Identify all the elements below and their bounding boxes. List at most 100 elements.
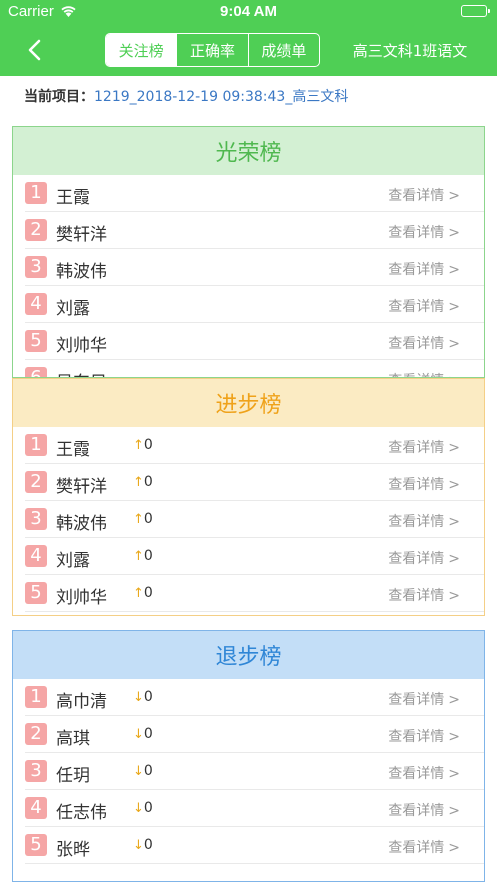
list-item[interactable]: 4 刘露 ↑0 查看详情 > — [25, 538, 484, 575]
rank-badge: 4 — [25, 293, 47, 315]
chevron-right-icon: > — [448, 840, 460, 856]
arrow-down-icon: ↓ — [133, 801, 144, 816]
rank-badge: 3 — [25, 508, 47, 530]
rank-badge: 5 — [25, 834, 47, 856]
chevron-right-icon: > — [448, 551, 460, 567]
rank-badge: 1 — [25, 434, 47, 456]
student-name: 刘帅华 — [56, 588, 107, 608]
regress-board: 退步榜 1 高巾清 ↓0 查看详情 > 2 高琪 ↓0 查看详情 > 3 任玥 ↓0… — [12, 630, 485, 882]
arrow-up-icon: ↑ — [133, 549, 144, 564]
list-item[interactable]: 1 王霞 ↑0 查看详情 > — [25, 427, 484, 464]
view-detail-link[interactable]: 查看详情> — [388, 437, 460, 457]
segment-accuracy[interactable]: 正确率 — [176, 34, 247, 66]
rank-badge: 2 — [25, 219, 47, 241]
chevron-right-icon: > — [448, 299, 460, 315]
list-item[interactable]: 1 王霞 查看详情 > — [25, 175, 484, 212]
rank-change: ↑0 — [133, 474, 153, 490]
arrow-up-icon: ↑ — [133, 438, 144, 453]
rank-change: ↓0 — [133, 689, 153, 705]
board-segmented-control: 关注榜 正确率 成绩单 — [105, 33, 320, 67]
list-item[interactable]: 6 吴东目 查看详情> — [25, 360, 484, 377]
rank-badge: 4 — [25, 545, 47, 567]
segment-follow[interactable]: 关注榜 — [106, 34, 177, 66]
chevron-right-icon: > — [448, 225, 460, 241]
nav-header: Carrier 9:04 AM 关注榜 正确率 成绩单 高三文科1班语文 — [0, 0, 497, 76]
view-detail-link[interactable]: 查看详情> — [388, 259, 460, 279]
list-item[interactable]: 3 任玥 ↓0 查看详情 > — [25, 753, 484, 790]
rank-change: ↓0 — [133, 800, 153, 816]
view-detail-link[interactable]: 查看详情> — [388, 800, 460, 820]
honor-board-title: 光荣榜 — [13, 127, 484, 175]
list-item[interactable]: 5 刘帅华 ↑0 查看详情 > — [25, 575, 484, 612]
arrow-down-icon: ↓ — [133, 764, 144, 779]
student-name: 张晔 — [56, 840, 90, 860]
view-detail-link[interactable]: 查看详情> — [388, 837, 460, 857]
list-item[interactable]: 3 韩波伟 查看详情 > — [25, 249, 484, 286]
chevron-right-icon: > — [448, 440, 460, 456]
view-detail-link[interactable]: 查看详情> — [388, 333, 460, 353]
arrow-down-icon: ↓ — [133, 690, 144, 705]
honor-board: 光荣榜 1 王霞 查看详情 > 2 樊轩洋 查看详情 > 3 韩波伟 查看详情 > 4… — [12, 126, 485, 378]
status-time: 9:04 AM — [220, 3, 277, 20]
chevron-right-icon: > — [448, 588, 460, 604]
progress-board-title: 进步榜 — [13, 379, 484, 427]
chevron-right-icon: > — [448, 803, 460, 819]
student-name: 王霞 — [56, 440, 90, 460]
battery-icon — [461, 5, 490, 17]
student-name: 高琪 — [56, 729, 90, 749]
view-detail-link[interactable]: 查看详情> — [388, 585, 460, 605]
arrow-down-icon: ↓ — [133, 727, 144, 742]
list-item[interactable]: 5 张晔 ↓0 查看详情 > — [25, 827, 484, 864]
list-item[interactable]: 3 韩波伟 ↑0 查看详情 > — [25, 501, 484, 538]
rank-badge: 2 — [25, 723, 47, 745]
chevron-right-icon: > — [448, 766, 460, 782]
chevron-right-icon: > — [448, 188, 460, 204]
rank-badge: 2 — [25, 471, 47, 493]
regress-board-title: 退步榜 — [13, 631, 484, 679]
list-item[interactable]: 2 高琪 ↓0 查看详情 > — [25, 716, 484, 753]
chevron-right-icon: > — [448, 477, 460, 493]
student-name: 任志伟 — [56, 803, 107, 823]
segment-report[interactable]: 成绩单 — [247, 34, 319, 66]
view-detail-link[interactable]: 查看详情> — [388, 726, 460, 746]
view-detail-link[interactable]: 查看详情> — [388, 296, 460, 316]
student-name: 高巾清 — [56, 692, 107, 712]
chevron-right-icon: > — [448, 514, 460, 530]
view-detail-link[interactable]: 查看详情> — [388, 370, 460, 377]
view-detail-link[interactable]: 查看详情> — [388, 185, 460, 205]
rank-badge: 1 — [25, 182, 47, 204]
list-item[interactable]: 2 樊轩洋 查看详情 > — [25, 212, 484, 249]
rank-badge: 6 — [25, 367, 47, 377]
view-detail-link[interactable]: 查看详情> — [388, 222, 460, 242]
list-item[interactable]: 2 樊轩洋 ↑0 查看详情 > — [25, 464, 484, 501]
rank-change: ↑0 — [133, 548, 153, 564]
student-name: 王霞 — [56, 188, 90, 208]
list-item[interactable]: 4 任志伟 ↓0 查看详情 > — [25, 790, 484, 827]
view-detail-link[interactable]: 查看详情> — [388, 511, 460, 531]
student-name: 韩波伟 — [56, 514, 107, 534]
rank-badge: 5 — [25, 330, 47, 352]
rank-badge: 5 — [25, 582, 47, 604]
student-name: 刘露 — [56, 551, 90, 571]
list-item[interactable]: 5 刘帅华 查看详情 > — [25, 323, 484, 360]
progress-board: 进步榜 1 王霞 ↑0 查看详情 > 2 樊轩洋 ↑0 查看详情 > 3 韩波伟 ↑… — [12, 378, 485, 616]
rank-change: ↓0 — [133, 726, 153, 742]
back-chevron-icon[interactable] — [22, 36, 48, 64]
view-detail-link[interactable]: 查看详情> — [388, 689, 460, 709]
list-item[interactable]: 4 刘露 查看详情 > — [25, 286, 484, 323]
rank-badge: 3 — [25, 760, 47, 782]
view-detail-link[interactable]: 查看详情> — [388, 763, 460, 783]
project-value: 1219_2018-12-19 09:38:43_高三文科 — [94, 89, 349, 105]
student-name: 吴东目 — [56, 368, 107, 377]
chevron-right-icon: > — [448, 336, 460, 352]
list-item[interactable]: 1 高巾清 ↓0 查看详情 > — [25, 679, 484, 716]
view-detail-link[interactable]: 查看详情> — [388, 548, 460, 568]
student-name: 樊轩洋 — [56, 225, 107, 245]
current-project: 当前项目：1219_2018-12-19 09:38:43_高三文科 — [24, 86, 348, 106]
class-title: 高三文科1班语文 — [352, 42, 468, 60]
view-detail-link[interactable]: 查看详情> — [388, 474, 460, 494]
rank-badge: 1 — [25, 686, 47, 708]
rank-badge: 4 — [25, 797, 47, 819]
student-name: 韩波伟 — [56, 262, 107, 282]
rank-badge: 3 — [25, 256, 47, 278]
